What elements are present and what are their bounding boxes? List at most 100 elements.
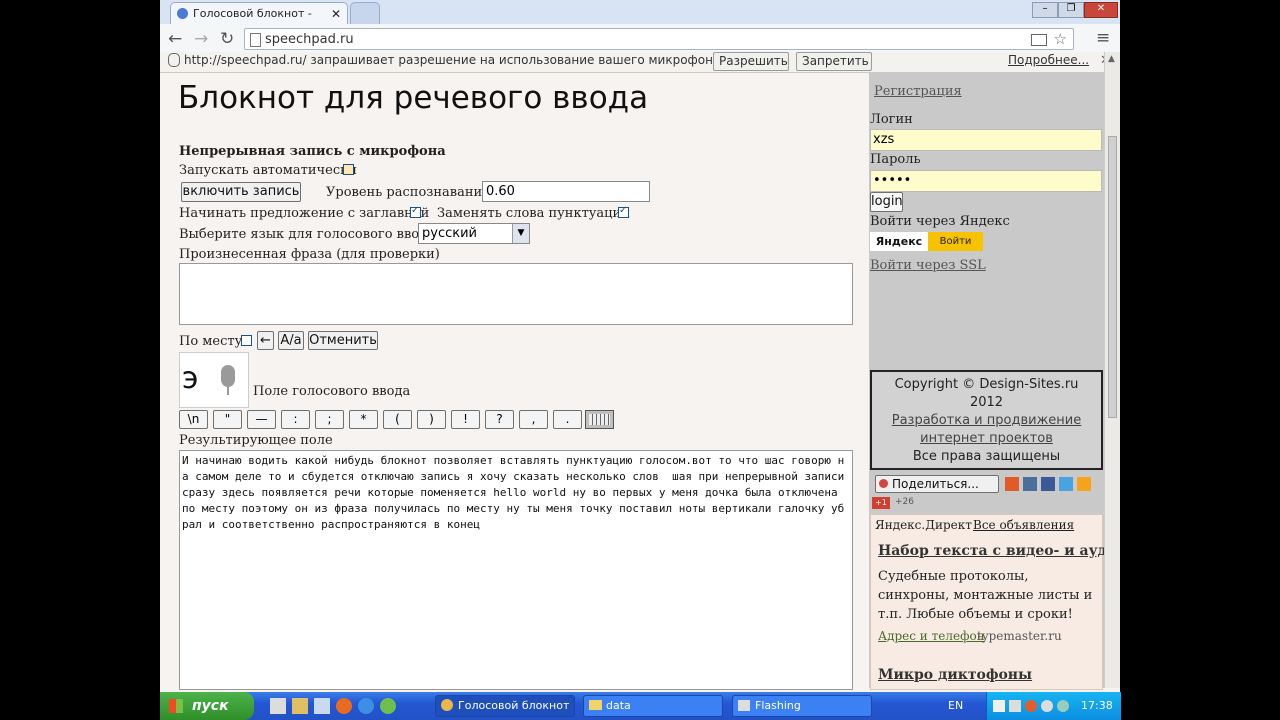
firefox-icon[interactable] [336,698,352,714]
reload-icon[interactable]: ↻ [220,28,234,50]
system-tray: 17:38 [986,692,1121,720]
password-label: Пароль [870,152,921,167]
close-tab-icon[interactable]: ✕ [331,3,341,25]
punct-question-button[interactable]: ? [485,410,514,429]
punct-close-paren-button[interactable]: ) [417,410,446,429]
punct-comma-button[interactable]: , [519,410,548,429]
autostart-checkbox[interactable] [343,164,354,175]
register-link[interactable]: Регистрация [874,84,962,99]
capitalize-label: Начинать предложение с заглавной [179,206,430,221]
taskbar-item-data[interactable]: data [583,695,723,717]
spoken-phrase-textarea[interactable] [179,263,853,325]
result-field-label: Результирующее поле [179,433,333,448]
share-icon [879,479,888,488]
scrollbar-thumb[interactable] [1108,136,1117,418]
yandex-login-button[interactable]: Яндекс Войти [870,232,983,251]
backspace-button[interactable]: ← [257,331,274,350]
taskbar-item-flashing[interactable]: Flashing [732,695,872,717]
punct-colon-button[interactable]: : [281,410,310,429]
start-label: пуск [192,698,229,714]
keyboard-icon[interactable] [585,410,614,429]
toggle-recording-button[interactable]: включить запись [181,182,301,202]
tray-clock-icon[interactable] [1057,700,1069,712]
chrome-icon[interactable] [380,698,396,714]
app-icon[interactable] [314,698,330,714]
microphone-icon[interactable] [221,365,235,387]
new-tab-button[interactable] [350,2,380,24]
restore-icon[interactable]: ❐ [1058,2,1084,18]
twitter-icon[interactable] [1059,477,1073,491]
folder-icon [589,700,602,710]
development-link[interactable]: Разработка и продвижение интернет проект… [872,412,1101,448]
capitalize-checkbox[interactable] [410,205,421,218]
star-icon[interactable]: ☆ [1054,28,1067,50]
moimir-icon[interactable] [1077,477,1091,491]
google-plus-count: +26 [895,497,914,507]
punct-exclamation-button[interactable]: ! [451,410,480,429]
in-place-checkbox[interactable] [241,335,252,346]
tray-app-icon[interactable] [1025,700,1037,712]
volume-icon[interactable] [1041,700,1053,712]
language-select[interactable]: русский ▼ [418,223,530,244]
language-indicator[interactable]: EN [948,692,963,720]
voice-input-field[interactable]: э [179,352,249,408]
ie-icon[interactable] [358,698,374,714]
punct-quote-button[interactable]: " [213,410,242,429]
more-info-link[interactable]: Подробнее... [1008,52,1089,69]
close-window-icon[interactable]: ✕ [1084,2,1118,18]
punct-newline-button[interactable]: \n [179,410,208,429]
address-bar[interactable]: speechpad.ru ☆ [244,28,1074,50]
camera-icon[interactable] [1031,34,1047,46]
scroll-up-icon[interactable]: ▲ [1108,54,1115,64]
network-icon[interactable] [1009,700,1021,712]
taskbar-item-chrome[interactable]: Голосовой блокнот ... [435,695,575,717]
allow-button[interactable]: Разрешить [713,52,789,71]
language-value: русский [422,226,477,241]
yandex-login-label: Войти через Яндекс [870,214,1010,229]
login-button[interactable]: login [870,192,903,212]
menu-icon[interactable]: ≡ [1096,28,1110,48]
page-scrollbar[interactable]: ▲ [1104,52,1120,688]
minimize-icon[interactable]: – [1032,2,1058,18]
ad-title-link[interactable]: Набор текста с видео- и аудио [878,543,1120,559]
punct-period-button[interactable]: . [553,410,582,429]
odnoklassniki-icon[interactable] [1005,477,1019,491]
clock[interactable]: 17:38 [1081,692,1113,720]
yandex-direct-label[interactable]: Яндекс.Директ [875,518,972,532]
continuous-recording-heading: Непрерывная запись с микрофона [179,144,446,159]
ssl-login-link[interactable]: Войти через SSL [870,258,986,273]
chevron-down-icon[interactable]: ▼ [512,224,529,243]
tray-icon[interactable] [993,700,1005,712]
ad-contacts-link[interactable]: Адрес и телефон [878,629,985,643]
punct-asterisk-button[interactable]: * [349,410,378,429]
all-ads-link[interactable]: Все объявления [973,518,1074,532]
rights-text: Все права защищены [912,449,1061,464]
back-arrow-icon[interactable]: ← [168,28,182,50]
facebook-icon[interactable] [1041,477,1055,491]
undo-button[interactable]: Отменить [308,331,378,350]
task-label: Flashing [755,699,801,712]
password-input[interactable]: ••••• [870,170,1102,192]
microphone-icon [168,53,180,67]
punct-open-paren-button[interactable]: ( [383,410,412,429]
case-toggle-button[interactable]: A/a [278,331,304,350]
vkontakte-icon[interactable] [1023,477,1037,491]
browser-tab-active[interactable]: Голосовой блокнот - Speec ✕ [170,2,348,42]
explorer-icon[interactable] [292,698,308,714]
google-plus-icon[interactable]: +1 [872,497,890,509]
start-button[interactable]: пуск [160,692,254,720]
share-button[interactable]: Поделиться... [875,475,999,493]
deny-button[interactable]: Запретить [796,52,872,71]
login-label: Логин [870,112,913,127]
language-label: Выберите язык для голосового ввода [179,227,435,242]
window-controls: – ❐ ✕ [1030,0,1120,18]
result-textarea[interactable]: И начинаю водить какой нибудь блокнот по… [179,450,853,690]
ad2-title-link[interactable]: Микро диктофоны [878,667,1032,683]
punctuation-checkbox[interactable] [618,205,629,218]
forward-arrow-icon[interactable]: → [194,28,208,50]
recognition-level-input[interactable]: 0.60 [482,181,650,202]
login-input[interactable]: xzs [870,129,1102,151]
punct-semicolon-button[interactable]: ; [315,410,344,429]
punct-dash-button[interactable]: — [247,410,276,429]
desktop-icon[interactable] [270,698,286,714]
